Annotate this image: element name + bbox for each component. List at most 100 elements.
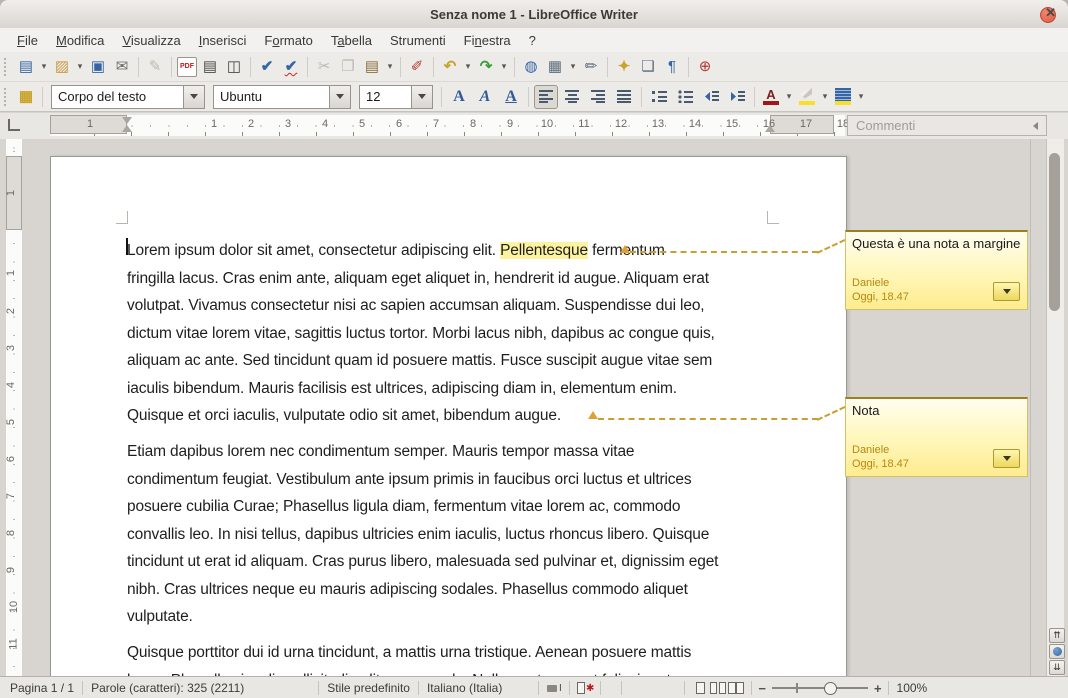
font-color-button[interactable]: A [760,86,782,108]
draw-functions-icon[interactable]: ✏ [580,56,602,78]
document-modified-icon[interactable]: ✱ [576,680,594,696]
font-name-value[interactable]: Ubuntu [214,86,329,108]
zoom-in-icon[interactable]: + [874,681,882,696]
open-icon[interactable]: ▨ [51,56,73,78]
menu-item[interactable]: ? [520,30,545,51]
right-indent-marker[interactable] [765,125,775,132]
dropdown-arrow-icon[interactable]: ▾ [499,56,509,78]
new-document-icon[interactable]: ▤ [15,56,37,78]
paragraph[interactable]: Quisque porttitor dui id urna tincidunt,… [127,639,775,676]
dropdown-arrow-icon[interactable]: ▾ [75,56,85,78]
align-justify-button[interactable] [612,85,636,109]
note-menu-button[interactable] [993,282,1020,301]
dropdown-arrow-icon[interactable]: ▾ [39,56,49,78]
next-page-button[interactable]: ⇊ [1049,660,1065,675]
chevron-down-icon[interactable] [411,86,432,108]
bold-button[interactable]: A [447,85,471,109]
menu-item[interactable]: Strumenti [381,30,455,51]
zoom-level-status[interactable]: 100% [895,681,930,695]
page-style-status[interactable]: Stile predefinito [325,681,412,695]
highlight-color-button[interactable] [796,86,818,108]
edit-mode-icon[interactable]: ✎ [144,56,166,78]
hyperlink-icon[interactable]: ◍ [520,56,542,78]
zoom-out-icon[interactable]: − [758,681,766,696]
menu-item[interactable]: Tabella [322,30,381,51]
dropdown-arrow-icon[interactable]: ▾ [568,56,578,78]
menu-item[interactable]: File [8,30,47,51]
styles-panel-icon[interactable]: ▦ [15,86,37,108]
redo-icon[interactable]: ↷ [475,56,497,78]
paragraph[interactable]: Lorem ipsum dolor sit amet, consectetur … [127,237,775,430]
margin-note[interactable]: Questa è una nota a margine Daniele Oggi… [845,230,1028,310]
gallery-icon[interactable]: ❏ [637,56,659,78]
formatting-marks-icon[interactable]: ¶ [661,56,683,78]
note-text[interactable]: Questa è una nota a margine [852,236,1021,251]
comment-anchor-icon[interactable] [588,411,598,419]
word-count-status[interactable]: Parole (caratteri): 325 (2211) [89,681,246,695]
menu-item[interactable]: Visualizza [113,30,189,51]
menu-item[interactable]: Finestra [455,30,520,51]
zoom-slider[interactable] [772,687,868,689]
left-indent-marker[interactable] [122,125,132,132]
underline-button[interactable]: A [499,85,523,109]
paragraph[interactable]: Etiam dapibus lorem nec condimentum semp… [127,438,775,631]
export-pdf-icon[interactable]: PDF [177,57,197,77]
dropdown-arrow-icon[interactable]: ▾ [385,56,395,78]
clone-formatting-icon[interactable]: ✐ [406,56,428,78]
print-icon[interactable]: ▤ [199,56,221,78]
font-size-combo[interactable]: 12 [359,85,433,109]
toolbar-drag-handle[interactable] [4,88,10,106]
email-icon[interactable]: ✉ [111,56,133,78]
language-status[interactable]: Italiano (Italia) [425,681,504,695]
cut-icon[interactable]: ✂ [313,56,335,78]
menu-item[interactable]: Formato [255,30,321,51]
spellcheck-icon[interactable]: ✔ [256,56,278,78]
book-view-icon[interactable] [727,680,745,696]
tab-stop-selector-icon[interactable] [8,119,20,131]
dropdown-arrow-icon[interactable]: ▾ [856,86,866,108]
help-icon[interactable]: ⊕ [694,56,716,78]
paragraph-style-combo[interactable]: Corpo del testo [51,85,205,109]
print-preview-icon[interactable]: ◫ [223,56,245,78]
single-page-view-icon[interactable] [691,680,709,696]
dropdown-arrow-icon[interactable]: ▾ [820,86,830,108]
chevron-down-icon[interactable] [183,86,204,108]
italic-button[interactable]: A [473,85,497,109]
page-number-status[interactable]: Pagina 1 / 1 [8,681,76,695]
comments-toggle-button[interactable]: Commenti [847,115,1047,136]
font-size-value[interactable]: 12 [360,86,411,108]
navigator-icon[interactable]: ✦ [613,56,635,78]
increase-indent-button[interactable] [725,85,749,109]
margin-note[interactable]: Nota Daniele Oggi, 18.47 [845,397,1028,477]
paragraph-background-button[interactable] [832,86,854,108]
previous-page-button[interactable]: ⇈ [1049,628,1065,643]
navigation-button[interactable] [1049,644,1065,659]
first-line-indent-marker[interactable] [122,117,132,124]
copy-icon[interactable]: ❐ [337,56,359,78]
document-page[interactable]: Lorem ipsum dolor sit amet, consectetur … [50,156,847,676]
dropdown-arrow-icon[interactable]: ▾ [463,56,473,78]
decrease-indent-button[interactable] [699,85,723,109]
menu-item[interactable]: Modifica [47,30,113,51]
toolbar-drag-handle[interactable] [4,58,10,76]
dropdown-arrow-icon[interactable]: ▾ [784,86,794,108]
insert-mode-icon[interactable]: I [545,680,563,696]
horizontal-ruler[interactable]: 1 123456789101112131415161718 [50,115,845,136]
comment-highlighted-text[interactable]: Pellentesque [500,242,588,259]
vertical-ruler[interactable]: 1 1234567891011 [6,139,22,676]
scrollbar-thumb[interactable] [1049,153,1060,311]
multi-page-view-icon[interactable] [709,680,727,696]
font-name-combo[interactable]: Ubuntu [213,85,351,109]
zoom-slider-handle[interactable] [824,682,837,695]
comment-anchor-icon[interactable] [620,245,630,253]
undo-icon[interactable]: ↶ [439,56,461,78]
save-icon[interactable]: ▣ [87,56,109,78]
chevron-down-icon[interactable] [329,86,350,108]
text-area[interactable]: Lorem ipsum dolor sit amet, consectetur … [127,237,775,676]
bullet-list-button[interactable] [673,85,697,109]
note-text[interactable]: Nota [852,403,1021,418]
insert-table-icon[interactable]: ▦ [544,56,566,78]
close-document-icon[interactable]: ✕ [1041,3,1060,23]
numbered-list-button[interactable] [647,85,671,109]
note-menu-button[interactable] [993,449,1020,468]
